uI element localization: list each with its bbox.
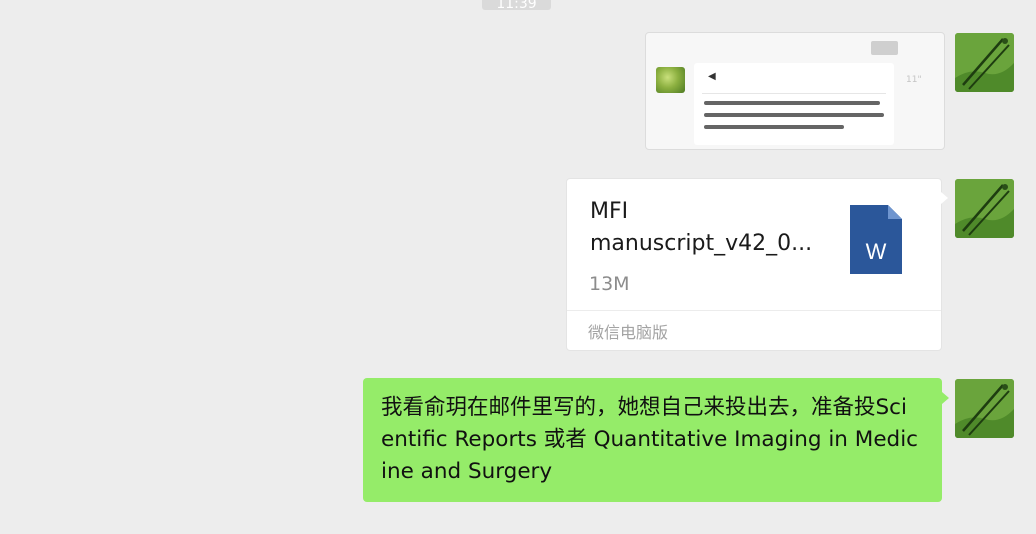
divider — [567, 310, 941, 311]
file-source: 微信电脑版 — [588, 323, 669, 342]
avatar-grass-icon — [955, 33, 1014, 92]
word-icon-letter: W — [866, 239, 887, 264]
timestamp-pill: 11:39 — [482, 0, 551, 10]
word-doc-icon: W — [850, 205, 902, 274]
avatar-grass-icon — [955, 379, 1014, 438]
file-size: 13M — [589, 273, 630, 295]
message-text: 我看俞玥在邮件里写的，她想自己来投出去，准备投Scientific Report… — [381, 395, 918, 484]
quoted-text-line — [704, 101, 880, 105]
file-message[interactable]: MFI manuscript_v42_0... 13M W 微信电脑版 — [566, 178, 948, 351]
file-name: MFI manuscript_v42_0... — [590, 199, 813, 256]
timestamp: 11:39 — [496, 0, 537, 10]
quoted-voice-card: ◀ — [694, 63, 894, 145]
avatar-grass-icon — [955, 179, 1014, 238]
quoted-avatar — [656, 67, 685, 93]
voice-icon: ◀ — [708, 71, 716, 82]
avatar[interactable] — [955, 33, 1014, 92]
voice-duration: 11" — [906, 75, 922, 85]
image-message[interactable]: ◀ 11" — [645, 32, 945, 150]
avatar[interactable] — [955, 179, 1014, 238]
quoted-text-line — [704, 125, 844, 129]
text-message[interactable]: 我看俞玥在邮件里写的，她想自己来投出去，准备投Scientific Report… — [363, 378, 949, 502]
image-tag — [871, 41, 898, 55]
divider — [702, 93, 886, 94]
avatar[interactable] — [955, 379, 1014, 438]
quoted-text-line — [704, 113, 884, 117]
